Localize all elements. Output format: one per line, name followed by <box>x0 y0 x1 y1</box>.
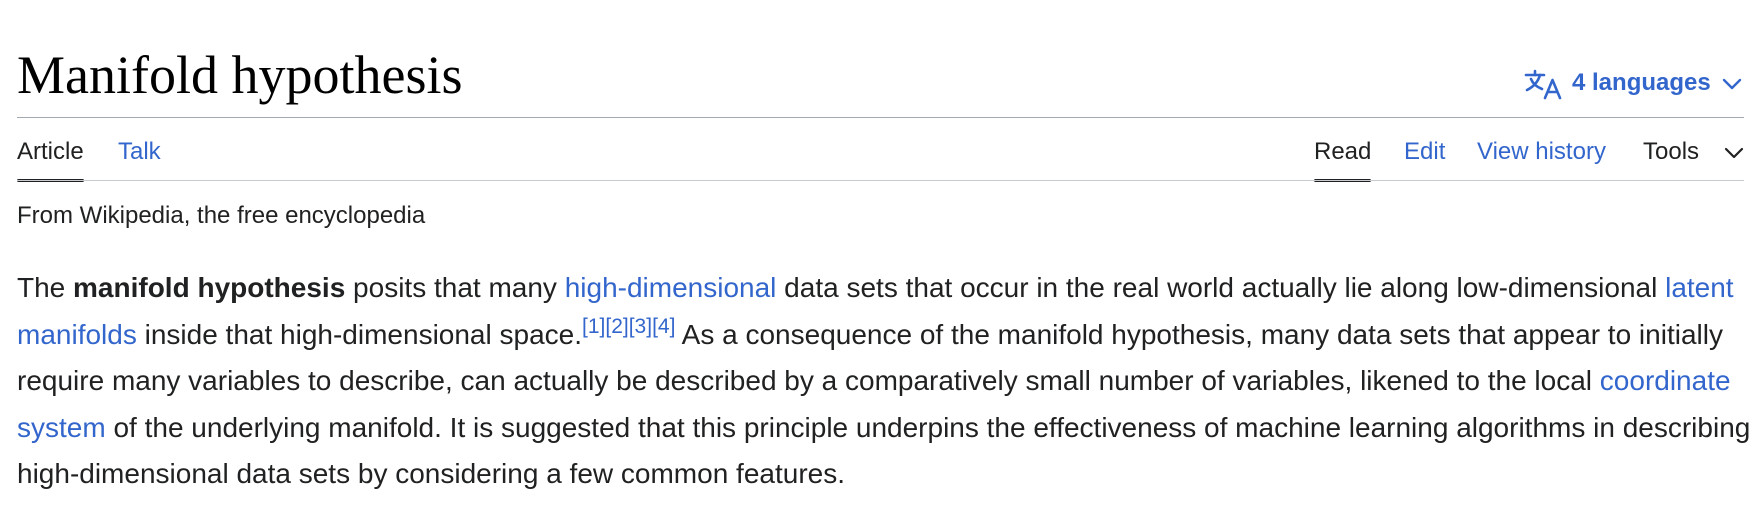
tools-menu-label: Tools <box>1643 138 1700 165</box>
paragraph-text: of the underlying manifold. It is sugges… <box>17 411 1751 490</box>
paragraph-text: data sets that occur in the real world a… <box>776 272 1666 303</box>
tab-edit-label: Edit <box>1404 138 1446 165</box>
tab-talk-label: Talk <box>118 138 161 165</box>
language-selector-button[interactable]: 4 languages <box>1510 64 1760 104</box>
citation-link-3[interactable]: [3] <box>629 315 652 338</box>
tab-talk[interactable]: Talk <box>118 136 161 180</box>
link-high-dimensional[interactable]: high-dimensional <box>565 272 777 303</box>
translate-icon <box>1524 69 1562 100</box>
title-divider <box>17 117 1744 118</box>
paragraph-text: The <box>17 272 74 303</box>
bold-term: manifold hypothesis <box>73 272 346 303</box>
article-lead-paragraph: The manifold hypothesis posits that many… <box>17 265 1752 498</box>
citation-link-1[interactable]: [1] <box>582 315 605 338</box>
tab-article-label: Article <box>17 138 84 165</box>
tab-view-history[interactable]: View history <box>1477 136 1606 180</box>
tab-view-history-label: View history <box>1477 138 1606 165</box>
tools-menu-button[interactable]: Tools <box>1643 136 1699 180</box>
citation-link-2[interactable]: [2] <box>605 315 628 338</box>
paragraph-text: posits that many <box>345 272 565 303</box>
citation-link-4[interactable]: [4] <box>652 315 675 338</box>
chevron-down-icon <box>1722 78 1742 90</box>
citation-group: [1][2][3][4] <box>582 315 675 338</box>
tabs-divider <box>17 180 1744 181</box>
tab-edit[interactable]: Edit <box>1404 136 1445 180</box>
paragraph-text: inside that high-dimensional space. <box>136 318 582 350</box>
tab-read[interactable]: Read <box>1314 136 1372 182</box>
article-page: Manifold hypothesis 4 languages Article … <box>0 0 1760 524</box>
site-tagline: From Wikipedia, the free encyclopedia <box>17 202 426 229</box>
tab-read-label: Read <box>1314 138 1372 165</box>
chevron-down-icon[interactable] <box>1723 143 1745 163</box>
tab-article[interactable]: Article <box>17 136 84 182</box>
language-count-label: 4 languages <box>1572 69 1711 96</box>
page-title: Manifold hypothesis <box>17 45 463 105</box>
